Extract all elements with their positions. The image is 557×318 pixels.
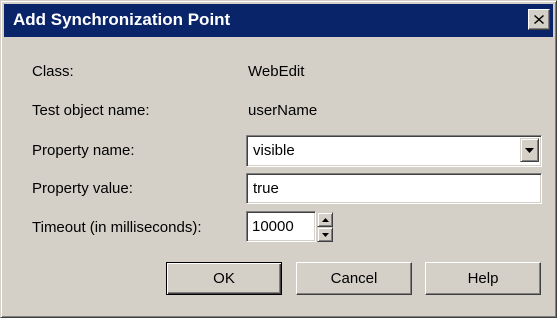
ok-button[interactable]: OK [166, 262, 282, 295]
dropdown-button[interactable] [520, 138, 539, 162]
timeout-label: Timeout (in milliseconds): [32, 219, 202, 236]
spin-down-button[interactable] [317, 227, 333, 242]
property-value-text: true [253, 180, 279, 197]
close-button[interactable] [528, 9, 550, 30]
spin-down-icon [321, 232, 329, 237]
spin-up-icon [321, 217, 329, 222]
test-object-name-value: userName [248, 102, 318, 119]
property-name-label: Property name: [32, 142, 135, 159]
dialog-title: Add Synchronization Point [13, 10, 231, 29]
title-bar[interactable]: Add Synchronization Point [4, 4, 553, 37]
timeout-text: 10000 [252, 218, 294, 235]
class-value: WebEdit [248, 63, 305, 80]
close-icon [534, 15, 544, 24]
cancel-button[interactable]: Cancel [296, 262, 412, 295]
property-name-selected: visible [253, 142, 295, 159]
property-value-input[interactable]: true [246, 173, 542, 204]
spin-up-button[interactable] [317, 212, 333, 227]
property-name-dropdown[interactable]: visible [246, 135, 542, 167]
timeout-spinner[interactable] [317, 212, 333, 242]
chevron-down-icon [525, 147, 534, 153]
test-object-name-label: Test object name: [32, 102, 150, 119]
property-value-label: Property value: [32, 180, 133, 197]
help-button[interactable]: Help [425, 262, 541, 295]
class-label: Class: [32, 63, 74, 80]
timeout-input[interactable]: 10000 [246, 211, 316, 242]
dialog-window: Add Synchronization Point Class: WebEdit… [0, 0, 557, 318]
